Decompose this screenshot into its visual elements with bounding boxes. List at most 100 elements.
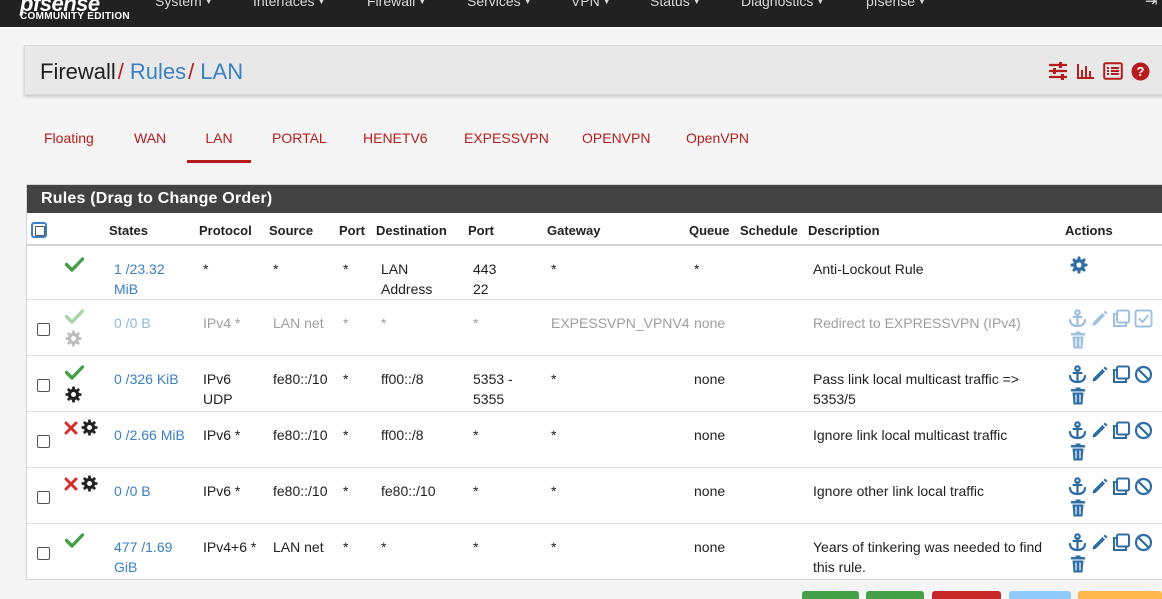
col-states: States xyxy=(109,223,149,238)
list-icon[interactable] xyxy=(1103,62,1123,80)
rule-states[interactable]: 0 /2.66 MiB xyxy=(114,425,185,445)
pencil-icon[interactable] xyxy=(1090,421,1109,440)
tab-lan[interactable]: LAN xyxy=(187,120,251,163)
breadcrumb-rules[interactable]: Rules xyxy=(130,59,186,84)
logout-icon[interactable]: ⇥ xyxy=(1145,0,1158,10)
rule-port: * xyxy=(343,427,349,443)
sliders-icon[interactable] xyxy=(1048,62,1068,80)
rule-states[interactable]: 0 /326 KiB xyxy=(114,369,179,389)
nav-services[interactable]: Services ▼ xyxy=(467,0,532,9)
disable-icon[interactable] xyxy=(1134,421,1153,440)
check-icon xyxy=(65,309,84,324)
pencil-icon[interactable] xyxy=(1090,309,1109,328)
anchor-icon[interactable] xyxy=(1068,365,1087,384)
tab-openvpn-upper[interactable]: OPENVPN xyxy=(582,120,650,163)
tab-portal[interactable]: PORTAL xyxy=(272,120,327,163)
rule-dest-port: * xyxy=(473,315,479,331)
tab-henetv6[interactable]: HENETV6 xyxy=(363,120,428,163)
row-checkbox[interactable] xyxy=(37,491,50,504)
tab-expessvpn[interactable]: EXPESSVPN xyxy=(464,120,549,163)
anchor-icon[interactable] xyxy=(1068,421,1087,440)
row-checkbox[interactable] xyxy=(37,379,50,392)
copy-icon[interactable] xyxy=(1112,533,1131,552)
table-row[interactable]: 0 /326 KiB IPv6 UDP fe80::/10 * ff00::/8… xyxy=(27,356,1162,412)
trash-icon[interactable] xyxy=(1069,387,1087,405)
anchor-icon[interactable] xyxy=(1068,309,1087,328)
row-actions xyxy=(1068,309,1153,328)
help-icon[interactable]: ? xyxy=(1131,62,1150,81)
anchor-icon[interactable] xyxy=(1068,477,1087,496)
pencil-icon[interactable] xyxy=(1090,477,1109,496)
breadcrumb-firewall: Firewall xyxy=(40,59,116,84)
nav-vpn[interactable]: VPN ▼ xyxy=(571,0,611,9)
table-header: States Protocol Source Port Destination … xyxy=(27,213,1162,246)
copy-icon[interactable] xyxy=(1112,421,1131,440)
separator-button[interactable] xyxy=(1078,591,1162,599)
enable-toggle-icon[interactable] xyxy=(1134,309,1153,328)
block-x-icon xyxy=(64,421,78,435)
rule-port: * xyxy=(343,315,349,331)
rule-description: Anti-Lockout Rule xyxy=(813,261,924,277)
tab-floating[interactable]: Floating xyxy=(44,120,94,163)
col-dest-port: Port xyxy=(468,223,494,238)
trash-icon[interactable] xyxy=(1069,443,1087,461)
rule-states[interactable]: 477 /1.69 GiB xyxy=(114,537,172,577)
trash-icon[interactable] xyxy=(1069,331,1087,349)
gear-icon xyxy=(65,330,82,347)
copy-icon[interactable] xyxy=(1112,477,1131,496)
svg-text:?: ? xyxy=(1137,64,1145,79)
copy-icon[interactable] xyxy=(1112,309,1131,328)
anchor-icon[interactable] xyxy=(1068,533,1087,552)
rule-destination: LAN Address xyxy=(381,261,433,297)
rule-gateway: * xyxy=(551,261,557,277)
select-all-checkbox[interactable] xyxy=(31,222,47,238)
rule-gateway: * xyxy=(551,371,557,387)
rule-states[interactable]: 1 /23.32 MiB xyxy=(114,259,165,299)
tab-openvpn[interactable]: OpenVPN xyxy=(686,120,749,163)
nav-firewall[interactable]: Firewall ▼ xyxy=(367,0,426,9)
save-button[interactable] xyxy=(1009,591,1071,599)
disable-icon[interactable] xyxy=(1134,365,1153,384)
table-row[interactable]: 0 /0 B IPv4 * LAN net * * * EXPESSVPN_VP… xyxy=(27,300,1162,356)
gear-icon xyxy=(65,386,82,403)
col-gateway: Gateway xyxy=(547,223,601,238)
col-port: Port xyxy=(339,223,365,238)
nav-interfaces[interactable]: Interfaces ▼ xyxy=(253,0,325,9)
add-top-button[interactable] xyxy=(802,591,859,599)
rule-states[interactable]: 0 /0 B xyxy=(114,481,151,501)
disable-icon[interactable] xyxy=(1134,533,1153,552)
rule-protocol: IPv4+6 * xyxy=(203,539,257,555)
pencil-icon[interactable] xyxy=(1090,365,1109,384)
nav-pfsense[interactable]: pfsense ▼ xyxy=(866,0,926,9)
pfsense-logo[interactable]: pfsense COMMUNITY EDITION xyxy=(20,0,132,27)
rule-gateway: * xyxy=(551,539,557,555)
row-checkbox[interactable] xyxy=(37,547,50,560)
rule-destination: ff00::/8 xyxy=(381,371,424,387)
gear-icon xyxy=(81,419,98,436)
nav-system[interactable]: System ▼ xyxy=(155,0,213,9)
gear-icon[interactable] xyxy=(1070,256,1088,274)
table-row[interactable]: 0 /2.66 MiB IPv6 * fe80::/10 * ff00::/8 … xyxy=(27,412,1162,468)
delete-button[interactable] xyxy=(932,591,1001,599)
breadcrumb-lan[interactable]: LAN xyxy=(200,59,243,84)
row-checkbox[interactable] xyxy=(37,435,50,448)
table-row[interactable]: 1 /23.32 MiB * * * LAN Address 443 22 * … xyxy=(27,246,1162,300)
page-tools: ? xyxy=(1048,62,1150,82)
table-row[interactable]: 477 /1.69 GiB IPv4+6 * LAN net * * * * n… xyxy=(27,524,1162,580)
pencil-icon[interactable] xyxy=(1090,533,1109,552)
rule-states[interactable]: 0 /0 B xyxy=(114,313,151,333)
rule-source: LAN net xyxy=(273,539,324,555)
table-row[interactable]: 0 /0 B IPv6 * fe80::/10 * fe80::/10 * * … xyxy=(27,468,1162,524)
disable-icon[interactable] xyxy=(1134,477,1153,496)
copy-icon[interactable] xyxy=(1112,365,1131,384)
rule-description: Years of tinkering was needed to find th… xyxy=(813,539,1043,575)
row-actions xyxy=(1068,365,1153,384)
row-checkbox[interactable] xyxy=(37,323,50,336)
trash-icon[interactable] xyxy=(1069,499,1087,517)
trash-icon[interactable] xyxy=(1069,555,1087,573)
nav-status[interactable]: Status ▼ xyxy=(650,0,701,9)
add-bottom-button[interactable] xyxy=(866,591,924,599)
tab-wan[interactable]: WAN xyxy=(134,120,166,163)
bar-chart-icon[interactable] xyxy=(1076,62,1095,80)
nav-diagnostics[interactable]: Diagnostics ▼ xyxy=(741,0,824,9)
